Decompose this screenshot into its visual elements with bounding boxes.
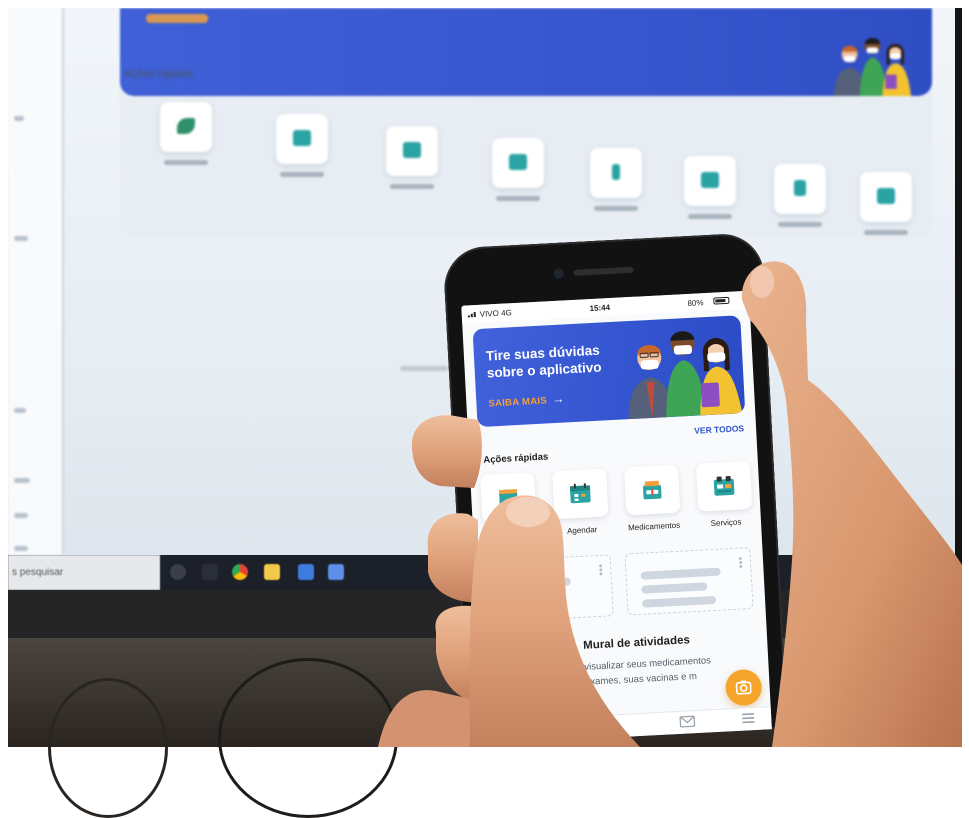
quick-action-label: Agendar xyxy=(566,524,598,536)
app-icon[interactable] xyxy=(328,564,344,580)
services-icon xyxy=(509,154,527,170)
phone-screen: VIVO 4G 15:44 80% Tire suas dúvidas sobr… xyxy=(461,290,772,745)
mail-icon[interactable] xyxy=(679,715,696,728)
monitor-quick-action-tile[interactable] xyxy=(684,156,736,219)
phone-speaker xyxy=(573,266,634,276)
monitor-banner-cta[interactable] xyxy=(146,14,208,23)
camera-icon xyxy=(735,680,752,695)
mural-title: Mural de atividades xyxy=(582,634,691,652)
quick-action-label: Medicamentos xyxy=(627,520,681,533)
arrow-right-icon: → xyxy=(551,391,565,407)
quick-actions-title: Ações rápidas xyxy=(483,451,549,466)
quick-action-servicos[interactable] xyxy=(695,460,753,512)
menu-icon[interactable] xyxy=(741,712,756,725)
monitor-quick-action-tile[interactable] xyxy=(276,114,328,177)
quick-action-agendar[interactable] xyxy=(552,468,609,520)
vaccine-icon xyxy=(612,164,620,180)
medicine-box-icon xyxy=(643,480,662,500)
monitor-sidebar xyxy=(8,8,64,555)
monitor-frame xyxy=(955,8,962,590)
card-icon xyxy=(877,188,895,204)
smartphone: VIVO 4G 15:44 80% Tire suas dúvidas sobr… xyxy=(442,231,788,745)
app-icon[interactable] xyxy=(298,564,314,580)
monitor-quick-action-tile[interactable] xyxy=(774,164,826,227)
task-view-icon[interactable] xyxy=(170,564,186,580)
banner-title-line2: sobre o aplicativo xyxy=(486,359,602,381)
monitor-quick-actions-title: Ações rápidas xyxy=(124,68,194,80)
folder-icon[interactable] xyxy=(264,564,280,580)
monitor-quick-action-tile[interactable] xyxy=(160,102,212,165)
status-time: 15:44 xyxy=(589,303,611,314)
monitor-banner xyxy=(120,8,932,96)
people-illustration-icon xyxy=(628,331,743,420)
services-icon xyxy=(713,475,735,496)
leaf-icon xyxy=(177,118,195,134)
battery-percent: 80% xyxy=(687,298,704,308)
summary-card[interactable] xyxy=(624,547,754,616)
exam-icon xyxy=(794,180,806,196)
banner-cta-link[interactable]: SAIBA MAIS xyxy=(488,395,547,409)
quick-action-medicamentos[interactable] xyxy=(623,464,681,516)
monitor-quick-action-tile[interactable] xyxy=(860,172,912,235)
monitor-quick-action-tile[interactable] xyxy=(590,148,642,211)
document-icon xyxy=(701,172,719,188)
summary-card[interactable] xyxy=(484,554,614,623)
app-icon[interactable] xyxy=(202,564,218,580)
carrier-label: VIVO 4G xyxy=(479,308,512,319)
chrome-icon[interactable] xyxy=(232,564,248,580)
help-banner[interactable]: Tire suas dúvidas sobre o aplicativo SAI… xyxy=(472,315,746,428)
medicine-box-icon xyxy=(403,142,421,158)
monitor-placeholder-text xyxy=(400,366,448,371)
mural-description: exames, suas vacinas e m xyxy=(584,670,698,688)
signal-icon xyxy=(467,312,476,318)
monitor-quick-action-tile[interactable] xyxy=(492,138,544,201)
front-camera xyxy=(553,268,564,279)
see-all-link[interactable]: VER TODOS xyxy=(694,423,744,436)
battery-icon xyxy=(713,296,730,305)
quick-action-label: Serviços xyxy=(710,517,742,529)
quick-action-tile[interactable] xyxy=(480,472,537,523)
taskbar-search-field[interactable]: s pesquisar xyxy=(8,555,160,590)
quick-action-icon xyxy=(498,489,518,506)
people-illustration-icon xyxy=(833,37,911,96)
monitor-quick-action-tile[interactable] xyxy=(386,126,438,189)
calendar-icon xyxy=(293,130,311,146)
calendar-icon xyxy=(569,483,591,504)
mural-illustration xyxy=(492,634,576,699)
camera-fab-button[interactable] xyxy=(724,668,763,707)
